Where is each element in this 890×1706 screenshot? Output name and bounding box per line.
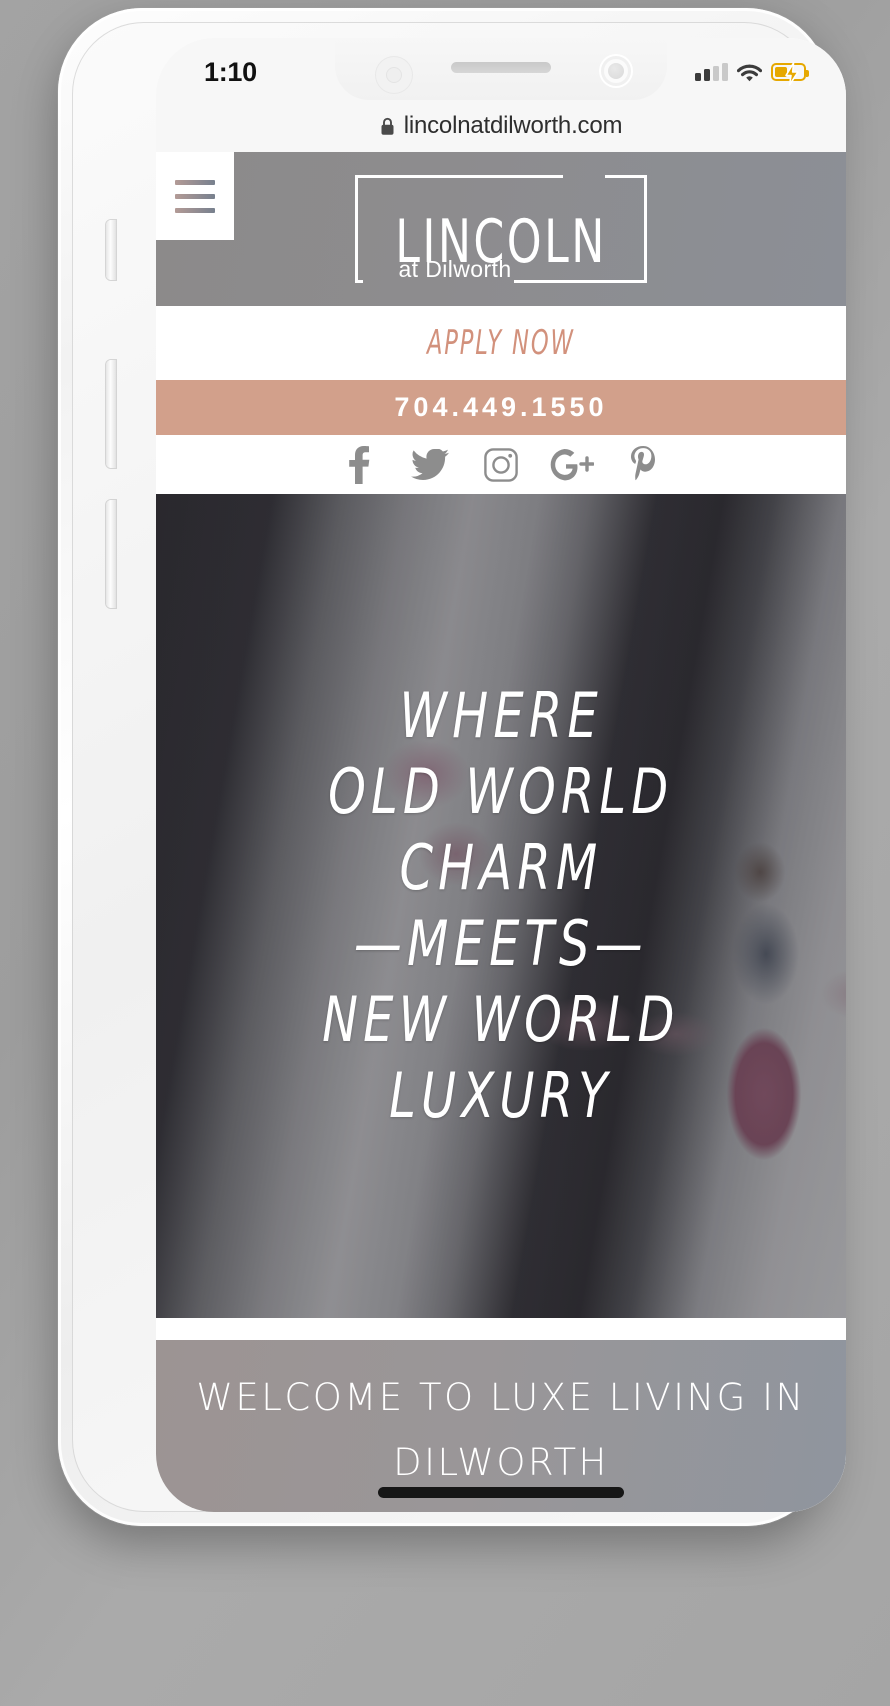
welcome-line-2: DILWORTH [393, 1441, 609, 1484]
battery-charging-icon [771, 62, 809, 86]
url-text: lincolnatdilworth.com [403, 112, 623, 139]
apply-now-label: APPLY NOW [427, 323, 575, 363]
logo-frame-bottom-right [514, 280, 647, 283]
facebook-icon[interactable] [336, 445, 382, 485]
home-indicator-bar[interactable] [378, 1487, 624, 1498]
hero-line-3: CHARM [399, 831, 603, 905]
welcome-line-1: WELCOME TO LUXE LIVING IN [196, 1376, 806, 1419]
hero-line-6: LUXURY [389, 1058, 613, 1132]
wifi-icon [736, 63, 763, 82]
section-divider [156, 1318, 846, 1340]
logo-frame-left [355, 175, 358, 283]
cellular-signal-icon [695, 63, 728, 81]
device-notch [335, 38, 667, 100]
volume-up-button[interactable] [106, 360, 116, 468]
logo-frame-top-right [605, 175, 647, 178]
lock-icon [380, 117, 395, 136]
webpage-content: LINCOLN at Dilworth APPLY NOW 704.449.15… [156, 152, 846, 1512]
status-bar-indicators [695, 62, 809, 86]
hero-line-4: —MEETS— [354, 907, 648, 980]
logo-subtitle: at Dilworth [398, 256, 512, 282]
apply-now-button[interactable]: APPLY NOW [156, 306, 846, 380]
browser-url-bar[interactable]: lincolnatdilworth.com [156, 100, 846, 152]
phone-number-button[interactable]: 704.449.1550 [156, 380, 846, 435]
volume-down-button[interactable] [106, 500, 116, 608]
status-bar-clock: 1:10 [204, 56, 257, 87]
device-screen: 1:10 lincolnatdilworth.com LINCOLN at Di… [156, 38, 846, 1512]
logo-frame-bottom-left [355, 280, 363, 283]
site-logo[interactable]: LINCOLN at Dilworth [355, 175, 647, 283]
twitter-icon[interactable] [407, 445, 453, 485]
pinterest-icon[interactable] [620, 445, 666, 485]
instagram-icon[interactable] [478, 445, 524, 485]
hero-line-1: WHERE [399, 679, 603, 753]
site-header: LINCOLN at Dilworth [156, 152, 846, 306]
phone-number-label: 704.449.1550 [394, 392, 608, 422]
hero-line-2: OLD WORLD [328, 755, 674, 829]
earpiece-speaker [451, 62, 551, 73]
hero-headline: WHERE OLD WORLD CHARM —MEETS— NEW WORLD … [156, 494, 846, 1318]
google-plus-icon[interactable] [549, 445, 595, 485]
hero-section: WHERE OLD WORLD CHARM —MEETS— NEW WORLD … [156, 494, 846, 1318]
hamburger-menu-icon[interactable] [156, 152, 234, 240]
social-links-row [156, 435, 846, 494]
logo-frame-right [644, 175, 647, 283]
front-camera-icon [601, 56, 631, 86]
silent-switch[interactable] [106, 220, 116, 280]
iphone-device-frame: 1:10 lincolnatdilworth.com LINCOLN at Di… [58, 8, 846, 1526]
hero-line-5: NEW WORLD [322, 982, 680, 1056]
proximity-sensor-icon [375, 56, 413, 94]
logo-frame-top-left [355, 175, 563, 178]
